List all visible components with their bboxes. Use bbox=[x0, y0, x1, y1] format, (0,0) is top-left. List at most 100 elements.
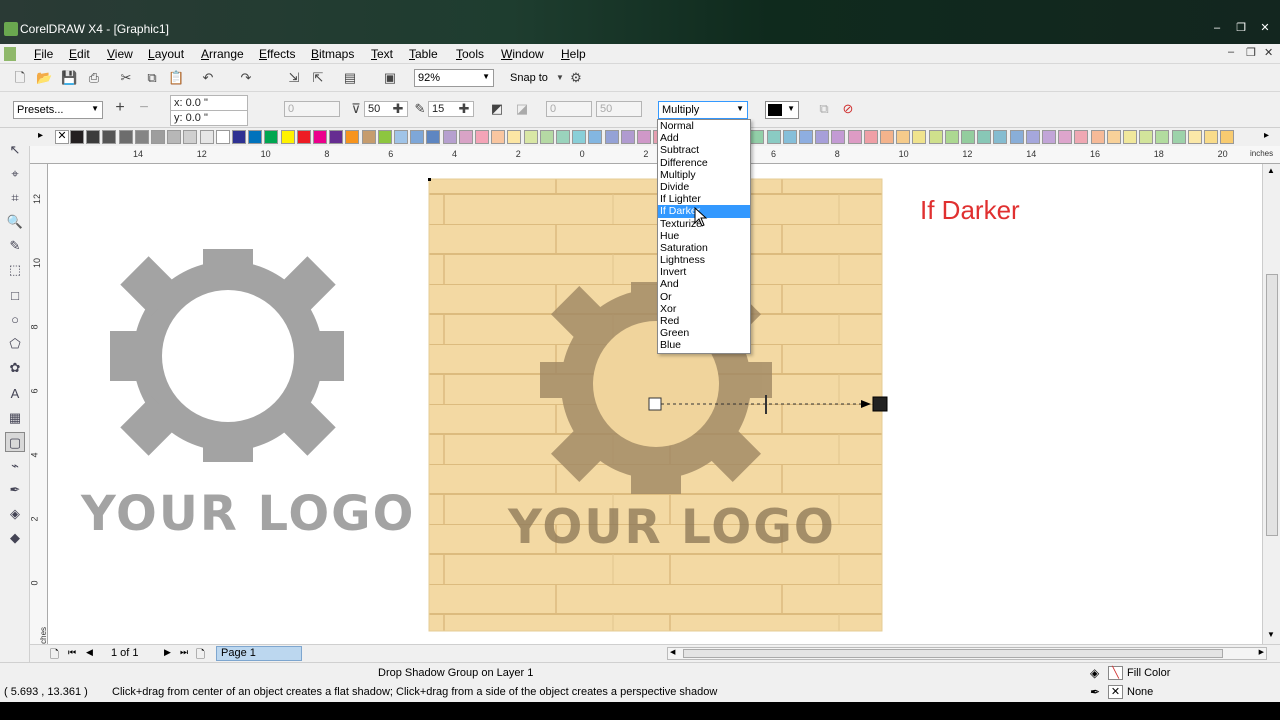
palette-scroll-right-icon[interactable]: ▸ bbox=[1264, 130, 1269, 141]
feather-increment-icon[interactable]: ✚ bbox=[456, 101, 472, 117]
palette-swatch[interactable] bbox=[896, 130, 911, 144]
blend-option[interactable]: Hue bbox=[658, 230, 750, 242]
redo-icon[interactable]: ↷ bbox=[238, 70, 254, 86]
palette-swatch[interactable] bbox=[70, 130, 84, 144]
new-document-icon[interactable]: 🗋 bbox=[12, 70, 28, 86]
scroll-left-icon[interactable]: ◀ bbox=[670, 648, 675, 656]
copy-shadow-icon[interactable]: ⧉ bbox=[816, 101, 832, 117]
blend-option[interactable]: Or bbox=[658, 291, 750, 303]
blend-option[interactable]: Normal bbox=[658, 120, 750, 132]
palette-swatch[interactable] bbox=[604, 130, 619, 144]
palette-swatch[interactable] bbox=[1204, 130, 1218, 144]
eyedropper-tool-icon[interactable]: ⌁ bbox=[5, 456, 25, 476]
remove-preset-icon[interactable]: − bbox=[136, 100, 152, 116]
horizontal-ruler[interactable]: inches 14121086420246810121416182022 bbox=[30, 146, 1280, 164]
palette-swatch[interactable] bbox=[507, 130, 522, 144]
palette-swatch[interactable] bbox=[523, 130, 538, 144]
document-icon[interactable] bbox=[4, 47, 16, 61]
vertical-ruler[interactable]: inches 12 10 8 6 4 2 0 bbox=[30, 164, 48, 650]
blend-option[interactable]: Green bbox=[658, 327, 750, 339]
blend-option[interactable]: Blue bbox=[658, 339, 750, 351]
palette-swatch[interactable] bbox=[1009, 130, 1024, 144]
zoom-tool-icon[interactable]: 🔍 bbox=[5, 212, 25, 232]
palette-swatch[interactable] bbox=[442, 130, 457, 144]
fill-none-swatch-icon[interactable]: ╲ bbox=[1108, 666, 1123, 680]
export-icon[interactable]: ⇱ bbox=[310, 70, 326, 86]
cut-icon[interactable]: ✂ bbox=[118, 70, 134, 86]
save-icon[interactable]: 💾 bbox=[61, 70, 77, 86]
palette-swatch[interactable] bbox=[329, 130, 344, 144]
palette-swatch[interactable] bbox=[750, 130, 765, 144]
palette-swatch[interactable] bbox=[1220, 130, 1235, 144]
drop-shadow-tool-icon[interactable]: ▢ bbox=[5, 432, 25, 452]
palette-swatch[interactable] bbox=[215, 130, 230, 144]
scroll-right-icon[interactable]: ▶ bbox=[1259, 648, 1264, 656]
fill-tool-icon[interactable]: ◈ bbox=[5, 504, 25, 524]
transparency-operation-select[interactable]: Multiply ▼ bbox=[658, 101, 748, 119]
logo-text-left[interactable]: YOUR LOGO bbox=[81, 486, 415, 542]
shadow-end-handle[interactable] bbox=[872, 396, 888, 412]
palette-swatch[interactable] bbox=[118, 130, 133, 144]
palette-swatch[interactable] bbox=[556, 130, 570, 144]
menu-text[interactable]: Text bbox=[369, 46, 395, 62]
menu-file[interactable]: File bbox=[32, 46, 55, 62]
welcome-screen-icon[interactable]: ▣ bbox=[382, 70, 398, 86]
menu-edit[interactable]: Edit bbox=[67, 46, 92, 62]
blend-option[interactable]: Red bbox=[658, 315, 750, 327]
smart-fill-tool-icon[interactable]: ⬚ bbox=[5, 260, 25, 280]
opacity-increment-icon[interactable]: ✚ bbox=[390, 101, 406, 117]
palette-swatch[interactable] bbox=[86, 130, 101, 144]
palette-swatch[interactable] bbox=[183, 130, 198, 144]
snap-to-chevron-icon[interactable]: ▼ bbox=[552, 70, 568, 86]
shadow-color-picker[interactable]: ▼ bbox=[765, 101, 799, 119]
menu-bitmaps[interactable]: Bitmaps bbox=[309, 46, 356, 62]
print-icon[interactable]: ⎙ bbox=[86, 70, 102, 86]
palette-swatch[interactable] bbox=[1058, 130, 1073, 144]
previous-page-icon[interactable]: ◀ bbox=[86, 647, 93, 658]
palette-swatch[interactable] bbox=[313, 130, 327, 144]
presets-select[interactable]: Presets... ▼ bbox=[13, 101, 103, 119]
transparency-operation-dropdown[interactable]: Normal Add Subtract Difference Multiply Divid… bbox=[657, 119, 751, 354]
palette-swatch[interactable] bbox=[199, 130, 214, 144]
palette-swatch[interactable] bbox=[248, 130, 263, 144]
copy-icon[interactable]: ⧉ bbox=[144, 70, 160, 86]
outline-tool-icon[interactable]: ✒ bbox=[5, 480, 25, 500]
feather-direction-icon[interactable]: ◩ bbox=[489, 101, 505, 117]
palette-swatch[interactable] bbox=[1155, 130, 1170, 144]
doc-minimize-icon[interactable]: – bbox=[1228, 46, 1234, 58]
import-icon[interactable]: ⇲ bbox=[286, 70, 302, 86]
blend-option[interactable]: Multiply bbox=[658, 169, 750, 181]
polygon-tool-icon[interactable]: ⬠ bbox=[5, 334, 25, 354]
close-button[interactable]: ✕ bbox=[1254, 20, 1276, 36]
text-tool-icon[interactable]: A bbox=[5, 384, 25, 404]
blend-option[interactable]: Difference bbox=[658, 157, 750, 169]
blend-option[interactable]: Lightness bbox=[658, 254, 750, 266]
palette-swatch[interactable] bbox=[912, 130, 927, 144]
menu-window[interactable]: Window bbox=[499, 46, 546, 62]
blend-option[interactable]: Invert bbox=[658, 266, 750, 278]
palette-swatch[interactable] bbox=[1090, 130, 1105, 144]
palette-swatch[interactable] bbox=[264, 130, 279, 144]
first-page-icon[interactable]: ⏮ bbox=[68, 647, 76, 658]
palette-scroll-left-icon[interactable]: ▸ bbox=[38, 130, 43, 141]
crop-tool-icon[interactable]: ⌗ bbox=[5, 188, 25, 208]
palette-swatch[interactable] bbox=[1042, 130, 1056, 144]
palette-swatch[interactable] bbox=[880, 130, 894, 144]
drawing-canvas[interactable]: YOUR LOGO YOUR LOGO bbox=[48, 164, 1262, 644]
palette-swatch[interactable] bbox=[588, 130, 603, 144]
palette-swatch[interactable] bbox=[410, 130, 425, 144]
shape-tool-icon[interactable]: ⌖ bbox=[5, 164, 25, 184]
basic-shapes-tool-icon[interactable]: ✿ bbox=[5, 358, 25, 378]
last-page-icon[interactable]: ⏭ bbox=[180, 647, 188, 658]
palette-swatch[interactable] bbox=[345, 130, 360, 144]
menu-layout[interactable]: Layout bbox=[146, 46, 186, 62]
palette-swatch[interactable] bbox=[847, 130, 862, 144]
palette-swatch[interactable] bbox=[961, 130, 975, 144]
palette-swatch[interactable] bbox=[151, 130, 165, 144]
application-launcher-icon[interactable]: ▤ bbox=[342, 70, 358, 86]
blend-option[interactable]: Add bbox=[658, 132, 750, 144]
blend-option[interactable]: If Lighter bbox=[658, 193, 750, 205]
vertical-scrollbar[interactable]: ▲ ▼ bbox=[1262, 164, 1280, 644]
palette-swatch[interactable] bbox=[572, 130, 587, 144]
palette-swatch[interactable] bbox=[1139, 130, 1154, 144]
